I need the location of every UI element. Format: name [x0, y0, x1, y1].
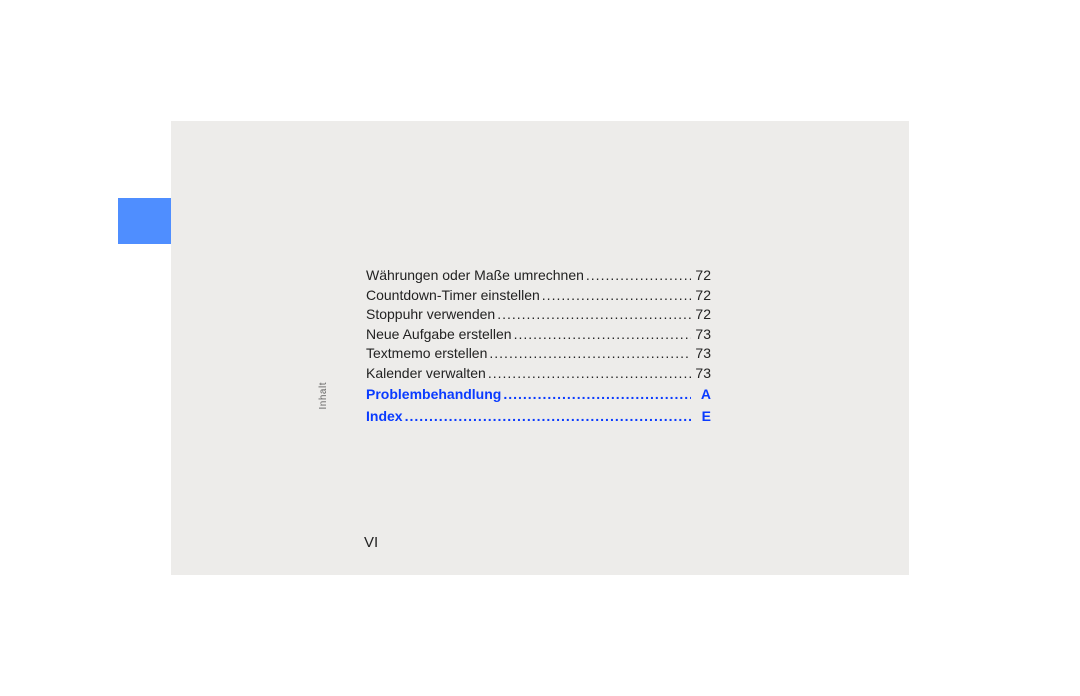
- toc-entry-page: 73: [691, 345, 711, 363]
- toc-entry[interactable]: Stoppuhr verwenden .....................…: [366, 306, 711, 324]
- table-of-contents: Währungen oder Maße umrechnen ..........…: [366, 267, 711, 427]
- toc-entry-page: 72: [691, 306, 711, 324]
- toc-leader: ........................................…: [501, 386, 691, 404]
- toc-leader: ........................................…: [403, 408, 691, 426]
- toc-leader: ........................................…: [495, 306, 691, 324]
- toc-entry-label: Countdown-Timer einstellen: [366, 287, 540, 305]
- page-number: VI: [364, 534, 378, 551]
- toc-section-link[interactable]: Index ..................................…: [366, 408, 711, 426]
- document-page: Inhalt Währungen oder Maße umrechnen ...…: [171, 121, 909, 575]
- side-label: Inhalt: [318, 382, 330, 409]
- toc-leader: ........................................…: [487, 345, 691, 363]
- toc-section-link[interactable]: Problembehandlung ......................…: [366, 386, 711, 404]
- toc-entry-label: Stoppuhr verwenden: [366, 306, 495, 324]
- toc-entry[interactable]: Neue Aufgabe erstellen .................…: [366, 326, 711, 344]
- toc-entry-page: A: [691, 386, 711, 404]
- toc-leader: ........................................…: [540, 287, 691, 305]
- toc-entry-page: E: [691, 408, 711, 426]
- toc-entry-page: 72: [691, 287, 711, 305]
- toc-leader: ........................................…: [486, 365, 691, 383]
- toc-entry-label: Index: [366, 408, 403, 426]
- toc-entry-page: 72: [691, 267, 711, 285]
- toc-entry-label: Kalender verwalten: [366, 365, 486, 383]
- toc-entry-label: Neue Aufgabe erstellen: [366, 326, 512, 344]
- toc-entry-label: Währungen oder Maße umrechnen: [366, 267, 584, 285]
- toc-entry-page: 73: [691, 365, 711, 383]
- toc-entry-label: Textmemo erstellen: [366, 345, 487, 363]
- toc-leader: ........................................…: [512, 326, 691, 344]
- section-tab: [118, 198, 171, 244]
- toc-entry[interactable]: Währungen oder Maße umrechnen ..........…: [366, 267, 711, 285]
- toc-leader: ........................................…: [584, 267, 691, 285]
- toc-entry-page: 73: [691, 326, 711, 344]
- toc-entry[interactable]: Textmemo erstellen .....................…: [366, 345, 711, 363]
- toc-entry[interactable]: Kalender verwalten .....................…: [366, 365, 711, 383]
- toc-entry[interactable]: Countdown-Timer einstellen .............…: [366, 287, 711, 305]
- toc-entry-label: Problembehandlung: [366, 386, 501, 404]
